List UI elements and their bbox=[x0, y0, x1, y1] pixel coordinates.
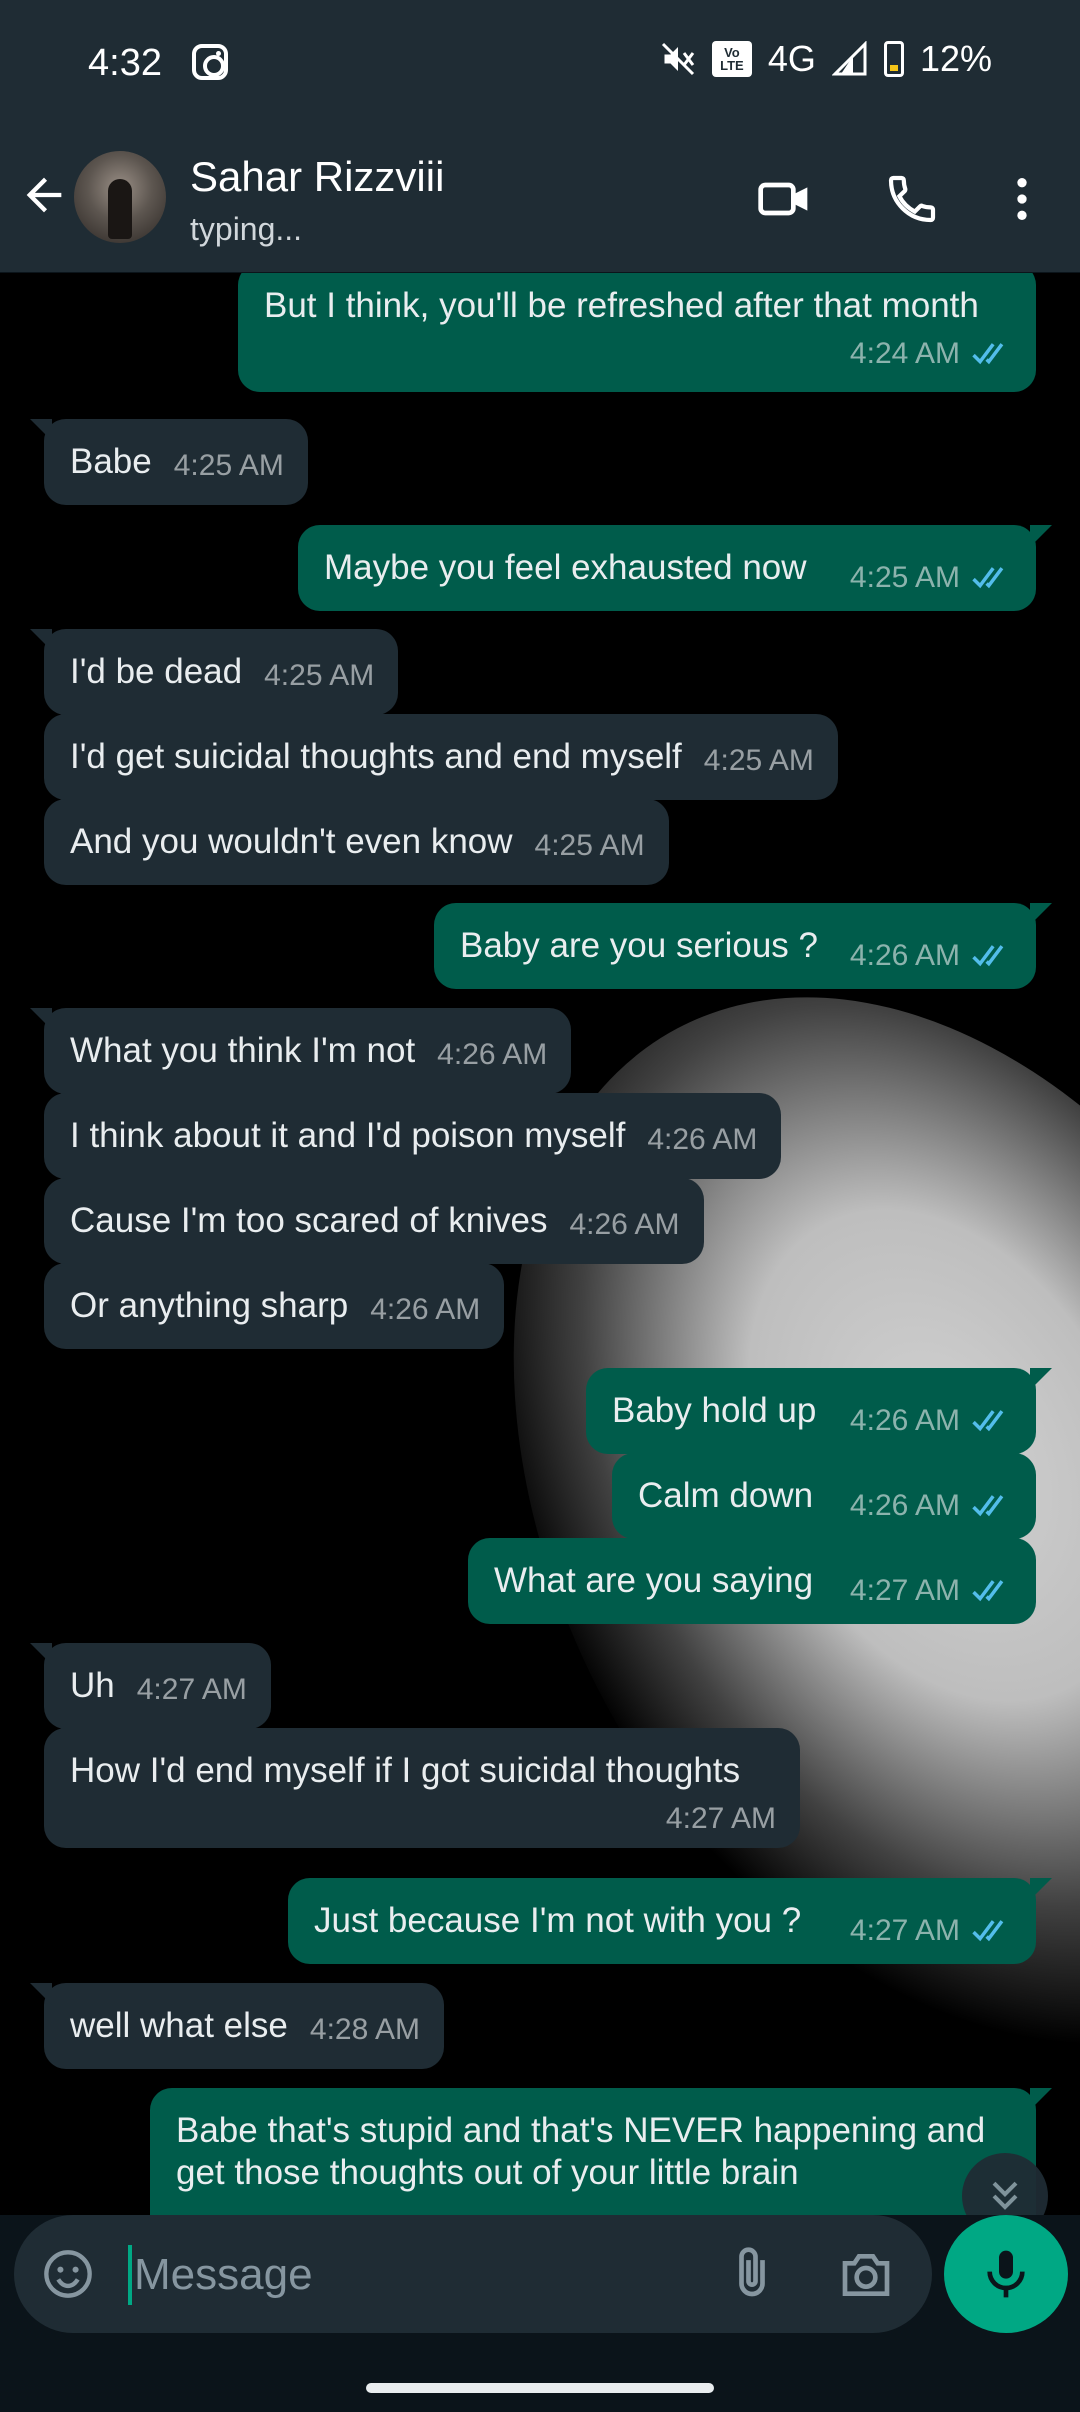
status-indicators: Vo LTE 4G 12% bbox=[660, 38, 992, 80]
message-bubble[interactable]: Cause I'm too scared of knives 4:26 AM bbox=[44, 1178, 704, 1264]
mute-icon bbox=[661, 42, 695, 76]
phone-icon[interactable] bbox=[884, 171, 940, 227]
message-time: 4:26 AM bbox=[849, 1489, 960, 1522]
double-check-icon bbox=[972, 567, 1004, 589]
double-check-icon bbox=[972, 1920, 1004, 1942]
message-bubble[interactable]: well what else 4:28 AM bbox=[30, 1983, 444, 2069]
message-bubble[interactable]: I'd be dead 4:25 AM bbox=[29, 629, 399, 715]
message-bubble[interactable]: Baby are you serious ? 4:26 AM bbox=[434, 903, 1052, 989]
more-options-icon[interactable] bbox=[994, 171, 1050, 227]
volte-icon: Vo LTE bbox=[711, 41, 752, 77]
volte-bottom-label: LTE bbox=[720, 58, 744, 73]
message-text: What you think I'm not bbox=[70, 1031, 416, 1070]
message-bubble[interactable]: Or anything sharp 4:26 AM bbox=[44, 1263, 505, 1349]
message-bubble[interactable]: Babe that's stupid and that's NEVER happ… bbox=[150, 2088, 1052, 2215]
message-text: How I'd end myself if I got suicidal tho… bbox=[70, 1751, 741, 1790]
network-type: 4G bbox=[767, 38, 816, 79]
message-bubble[interactable]: And you wouldn't even know 4:25 AM bbox=[44, 799, 669, 885]
message-text: I think about it and I'd poison myself bbox=[70, 1116, 626, 1155]
home-indicator[interactable] bbox=[366, 2383, 714, 2393]
message-time: 4:25 AM bbox=[849, 561, 960, 594]
message-time: 4:25 AM bbox=[534, 829, 645, 862]
message-text: I'd be dead bbox=[70, 652, 243, 691]
video-call-icon[interactable] bbox=[756, 171, 812, 227]
instagram-icon bbox=[192, 44, 228, 80]
message-bubble[interactable]: Babe 4:25 AM bbox=[30, 419, 308, 505]
message-bubble[interactable]: Calm down 4:26 AM bbox=[612, 1453, 1036, 1539]
emoji-icon[interactable] bbox=[42, 2248, 94, 2300]
battery-level: 12% bbox=[919, 38, 992, 79]
message-text: I'd get suicidal thoughts and end myself bbox=[70, 737, 682, 776]
text-caret bbox=[128, 2245, 132, 2305]
message-bubble[interactable]: Maybe you feel exhausted now 4:25 AM bbox=[298, 525, 1052, 611]
message-time: 4:28 AM bbox=[309, 2013, 420, 2046]
message-text: And you wouldn't even know bbox=[70, 822, 513, 861]
message-text: Baby are you serious ? bbox=[460, 926, 818, 965]
double-check-icon bbox=[972, 343, 1004, 365]
message-time: 4:26 AM bbox=[437, 1038, 548, 1071]
back-arrow-icon[interactable] bbox=[18, 169, 70, 221]
chat-header: Sahar Rizzviii typing... bbox=[0, 125, 1080, 273]
message-text: Babe that's stupid and that's NEVER happ… bbox=[176, 2111, 986, 2192]
message-time: 4:27 AM bbox=[665, 1802, 776, 1835]
contact-avatar[interactable] bbox=[74, 151, 166, 243]
message-bubble[interactable]: Just because I'm not with you ? 4:27 AM bbox=[288, 1878, 1052, 1964]
message-input-container bbox=[14, 2215, 932, 2333]
mic-icon bbox=[987, 2250, 1025, 2298]
attach-icon[interactable] bbox=[724, 2245, 780, 2301]
message-time: 4:26 AM bbox=[569, 1208, 680, 1241]
message-text: Just because I'm not with you ? bbox=[314, 1901, 802, 1940]
message-text: Calm down bbox=[638, 1476, 814, 1515]
message-bubble[interactable]: What are you saying 4:27 AM bbox=[468, 1538, 1036, 1624]
message-time: 4:27 AM bbox=[136, 1673, 247, 1706]
scroll-down-icon bbox=[992, 2181, 1018, 2210]
message-bubble[interactable]: I'd get suicidal thoughts and end myself… bbox=[44, 714, 838, 800]
message-time: 4:26 AM bbox=[647, 1123, 758, 1156]
message-time: 4:25 AM bbox=[173, 449, 284, 482]
message-time: 4:25 AM bbox=[264, 659, 375, 692]
message-time: 4:25 AM bbox=[703, 744, 814, 777]
system-nav-bar bbox=[0, 2335, 1080, 2412]
message-time: 4:26 AM bbox=[849, 1404, 960, 1437]
message-time: 4:24 AM bbox=[849, 337, 960, 370]
double-check-icon bbox=[972, 1495, 1004, 1517]
message-text: Baby hold up bbox=[612, 1391, 817, 1430]
contact-status: typing... bbox=[190, 211, 303, 247]
contact-name[interactable]: Sahar Rizzviii bbox=[190, 153, 444, 201]
voice-message-button[interactable] bbox=[944, 2215, 1068, 2333]
battery-icon bbox=[883, 41, 904, 77]
message-bubble[interactable]: Baby hold up 4:26 AM bbox=[586, 1368, 1052, 1454]
message-input[interactable] bbox=[134, 2237, 694, 2313]
message-bubble[interactable]: I think about it and I'd poison myself 4… bbox=[44, 1093, 782, 1179]
status-bar: 4:32 Vo LTE 4G 12% bbox=[0, 0, 1080, 125]
double-check-icon bbox=[972, 1410, 1004, 1432]
message-text: well what else bbox=[70, 2006, 288, 2045]
composer-bar bbox=[0, 2215, 1080, 2335]
message-bubble[interactable]: What you think I'm not 4:26 AM bbox=[29, 1008, 572, 1094]
message-text: Or anything sharp bbox=[70, 1286, 349, 1325]
message-bubble[interactable]: How I'd end myself if I got suicidal tho… bbox=[44, 1728, 800, 1848]
status-time: 4:32 bbox=[88, 42, 162, 84]
message-time: 4:26 AM bbox=[849, 939, 960, 972]
message-text: Maybe you feel exhausted now bbox=[324, 548, 807, 587]
double-check-icon bbox=[972, 1580, 1004, 1602]
signal-icon bbox=[831, 41, 867, 76]
double-check-icon bbox=[972, 945, 1004, 967]
message-text: Babe bbox=[70, 442, 152, 481]
camera-icon[interactable] bbox=[838, 2247, 894, 2303]
message-list[interactable]: But I think, you'll be refreshed after t… bbox=[0, 273, 1080, 2215]
message-text: But I think, you'll be refreshed after t… bbox=[264, 286, 979, 325]
message-time: 4:27 AM bbox=[849, 1574, 960, 1607]
message-time: 4:27 AM bbox=[849, 1914, 960, 1947]
message-text: Cause I'm too scared of knives bbox=[70, 1201, 548, 1240]
message-text: What are you saying bbox=[494, 1561, 814, 1600]
message-bubble[interactable]: But I think, you'll be refreshed after t… bbox=[238, 273, 1036, 392]
message-bubble[interactable]: Uh 4:27 AM bbox=[30, 1643, 271, 1729]
message-time: 4:26 AM bbox=[370, 1293, 481, 1326]
message-text: Uh bbox=[70, 1666, 115, 1705]
